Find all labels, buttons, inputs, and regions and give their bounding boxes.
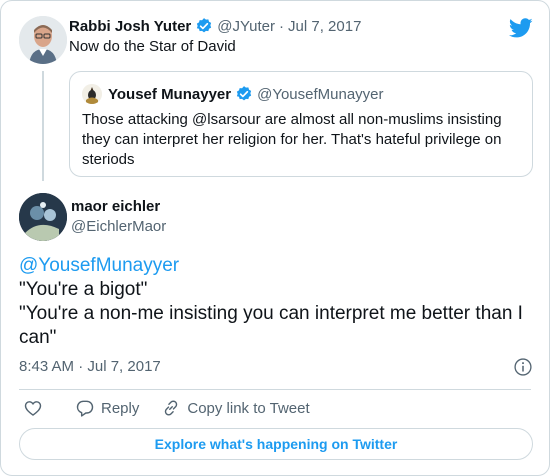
link-icon <box>165 400 178 416</box>
avatar-josh-yuter[interactable] <box>19 16 67 64</box>
author-handle: @YousefMunayyer <box>257 85 384 103</box>
tweet-date[interactable]: Jul 7, 2017 <box>288 18 361 35</box>
copy-link-button[interactable]: Copy link to Tweet <box>161 398 310 418</box>
author-name[interactable]: maor eichler <box>71 198 160 215</box>
user-avatar-photo-icon <box>19 16 67 64</box>
twitter-bird-icon[interactable] <box>509 16 533 40</box>
author-name[interactable]: Rabbi Josh Yuter <box>69 18 191 35</box>
tweet-line: "You're a non-me insisting you can inter… <box>19 303 523 348</box>
thread-connector-line <box>42 71 44 181</box>
quoted-tweet-header: Yousef Munayyer @YousefMunayyer <box>82 84 384 104</box>
author-handle[interactable]: @JYuter <box>217 18 275 35</box>
main-tweet-text: @YousefMunayyer "You're a bigot" "You're… <box>19 254 524 350</box>
speech-bubble-icon <box>76 400 94 417</box>
avatar-yousef-munayyer <box>82 84 102 104</box>
heart-icon <box>24 401 42 416</box>
author-handle[interactable]: @EichlerMaor <box>71 218 166 235</box>
mention-link[interactable]: @YousefMunayyer <box>19 254 524 278</box>
reply-label: Reply <box>101 399 140 417</box>
divider <box>19 389 531 390</box>
info-icon[interactable] <box>513 357 533 377</box>
like-button[interactable] <box>23 398 43 418</box>
tweet-line: "You're a bigot" <box>19 279 148 300</box>
tweet-timestamp[interactable]: 8:43 AM · Jul 7, 2017 <box>19 358 161 375</box>
separator-dot: · <box>279 17 285 35</box>
verified-badge-icon <box>236 86 252 101</box>
avatar-maor-eichler[interactable] <box>19 193 67 241</box>
copy-link-label: Copy link to Tweet <box>187 399 310 417</box>
parent-tweet-header: Rabbi Josh Yuter @JYuter · Jul 7, 2017 <box>69 16 361 36</box>
quoted-tweet[interactable]: Yousef Munayyer @YousefMunayyer Those at… <box>69 71 533 177</box>
tweet-actions: Reply Copy link to Tweet <box>19 397 310 419</box>
quoted-tweet-text: Those attacking @lsarsour are almost all… <box>82 111 502 168</box>
user-avatar-photo-icon <box>82 84 102 104</box>
user-avatar-photo-icon <box>19 193 67 241</box>
embedded-tweet-card: Rabbi Josh Yuter @JYuter · Jul 7, 2017 N… <box>0 0 550 476</box>
parent-tweet-text: Now do the Star of David <box>69 38 236 55</box>
reply-button[interactable]: Reply <box>75 398 139 418</box>
verified-badge-icon <box>197 18 212 33</box>
author-name: Yousef Munayyer <box>108 85 232 103</box>
explore-twitter-button[interactable]: Explore what's happening on Twitter <box>19 428 533 460</box>
